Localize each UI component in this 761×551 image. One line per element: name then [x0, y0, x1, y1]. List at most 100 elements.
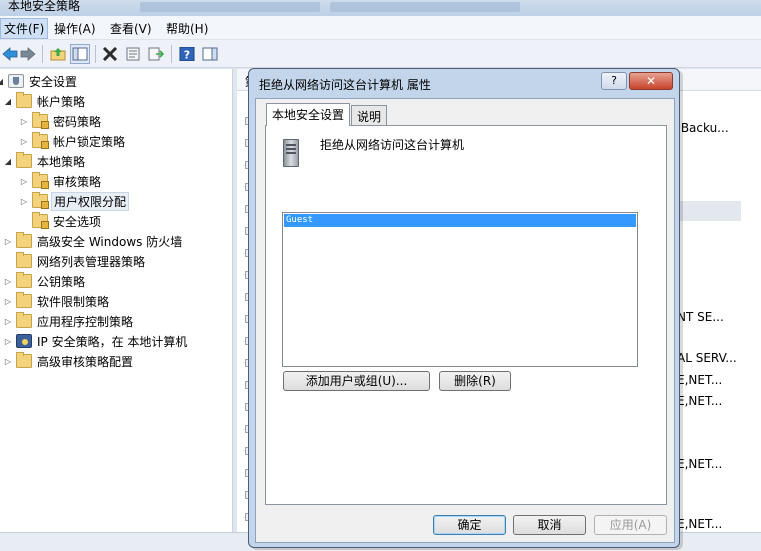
expand-arrow-icon[interactable]: ▷ [18, 117, 30, 126]
folder-icon [16, 352, 32, 368]
expand-arrow-icon[interactable]: ▷ [2, 237, 14, 246]
background-taskbar-ghost [140, 2, 320, 12]
tree-item-label: 安全选项 [53, 214, 102, 229]
tab-local-security-setting[interactable]: 本地安全设置 [266, 103, 351, 126]
add-user-or-group-button[interactable]: 添加用户或组(U)... [283, 371, 430, 391]
properties-icon[interactable] [123, 44, 143, 64]
expand-arrow-icon[interactable]: ▷ [18, 197, 30, 206]
expand-arrow-icon[interactable]: ▷ [18, 137, 30, 146]
navigation-tree: ◢ 安全设置 ◢ 帐户策略 ▷ 密码策略 ▷ 帐户锁定策略 ◢ 本地策略 ▷ 审… [0, 69, 233, 551]
tab-explain[interactable]: 说明 [351, 105, 388, 126]
tree-item-label: 帐户策略 [37, 94, 86, 109]
locked-folder-icon [32, 132, 49, 149]
ok-button[interactable]: 确定 [433, 515, 506, 535]
collapse-arrow-icon[interactable]: ◢ [0, 77, 6, 86]
cancel-button[interactable]: 取消 [513, 515, 586, 535]
tree-item-label: 应用程序控制策略 [37, 314, 134, 329]
tab-panel: 拒绝从网络访问这台计算机 Guest 添加用户或组(U)... 删除(R) [265, 125, 667, 505]
tree-item-security-settings[interactable]: ◢ 安全设置 [0, 71, 79, 91]
expand-arrow-icon[interactable]: ▷ [2, 297, 14, 306]
ip-security-icon [16, 334, 32, 348]
svg-text:?: ? [184, 49, 190, 62]
expand-arrow-icon[interactable]: ▷ [2, 277, 14, 286]
up-folder-icon[interactable] [48, 44, 68, 64]
selected-row-highlight [677, 201, 741, 221]
export-list-icon[interactable] [146, 44, 166, 64]
help-icon[interactable]: ? [177, 44, 197, 64]
expand-arrow-icon[interactable]: ▷ [2, 337, 14, 346]
policy-setting-value: ,Backu... [677, 121, 729, 135]
tree-item-account-policies[interactable]: ◢ 帐户策略 [2, 91, 87, 111]
policy-name: 拒绝从网络访问这台计算机 [320, 138, 465, 152]
toolbar-separator [95, 45, 96, 63]
apply-button[interactable]: 应用(A) [594, 515, 667, 535]
collapse-arrow-icon[interactable]: ◢ [2, 157, 14, 166]
locked-folder-icon [32, 212, 49, 229]
dialog-title: 拒绝从网络访问这台计算机 属性 [259, 78, 431, 92]
tree-item-advanced-audit[interactable]: ▷ 高级审核策略配置 [2, 351, 135, 371]
forward-arrow-icon[interactable] [18, 44, 38, 64]
menu-view[interactable]: 查看(V) [107, 20, 155, 37]
folder-icon [16, 272, 32, 288]
menu-bar: 文件(F) 操作(A) 查看(V) 帮助(H) [0, 16, 761, 40]
tree-item-password-policy[interactable]: ▷ 密码策略 [18, 111, 103, 131]
policy-setting-value: E,NET... [677, 394, 723, 408]
tree-item-label: 安全设置 [29, 74, 78, 89]
policy-setting-value: AL SERV... [677, 351, 737, 365]
policy-setting-value: E,NET... [677, 517, 723, 531]
tree-item-local-policies[interactable]: ◢ 本地策略 [2, 151, 87, 171]
tree-item-label: 密码策略 [53, 114, 102, 129]
tree-item-label: 高级审核策略配置 [37, 354, 134, 369]
expand-arrow-icon[interactable]: ▷ [2, 317, 14, 326]
policy-setting-value: E,NET... [677, 373, 723, 387]
tree-item-label: 审核策略 [53, 174, 102, 189]
security-settings-icon [8, 74, 24, 88]
window-titlebar: 本地安全策略 [0, 0, 761, 16]
folder-icon [16, 232, 32, 248]
menu-file[interactable]: 文件(F) [0, 18, 49, 39]
toolbar-separator [171, 45, 172, 63]
delete-icon[interactable] [100, 44, 120, 64]
locked-folder-icon [32, 112, 49, 129]
background-taskbar-ghost [330, 2, 520, 12]
menu-help[interactable]: 帮助(H) [163, 20, 211, 37]
collapse-arrow-icon[interactable]: ◢ [2, 97, 14, 106]
locked-folder-icon [32, 172, 49, 189]
expand-arrow-icon[interactable]: ▷ [18, 177, 30, 186]
tree-item-ip-security[interactable]: ▷ IP 安全策略，在 本地计算机 [2, 331, 189, 351]
tree-item-label: IP 安全策略，在 本地计算机 [37, 334, 188, 349]
tree-item-audit-policy[interactable]: ▷ 审核策略 [18, 171, 103, 191]
back-arrow-icon[interactable] [0, 44, 20, 64]
tree-item-label: 帐户锁定策略 [53, 134, 126, 149]
tree-item-public-key-policies[interactable]: ▷ 公钥策略 [2, 271, 87, 291]
tree-item-label: 本地策略 [37, 154, 86, 169]
tree-item-windows-firewall[interactable]: ▷ 高级安全 Windows 防火墙 [2, 231, 184, 251]
folder-icon [16, 312, 32, 328]
toolbar: ? [0, 40, 761, 68]
help-button[interactable]: ? [601, 72, 627, 90]
toolbar-separator [42, 45, 43, 63]
tree-item-network-list-manager[interactable]: 网络列表管理器策略 [2, 251, 147, 271]
list-item[interactable]: Guest [284, 214, 636, 227]
show-hide-tree-icon[interactable] [70, 44, 90, 64]
tree-item-security-options[interactable]: 安全选项 [18, 211, 103, 231]
tree-item-label: 高级安全 Windows 防火墙 [37, 234, 183, 249]
properties-dialog: 拒绝从网络访问这台计算机 属性 ? ✕ 本地安全设置 说明 拒绝从网络访问这台计… [248, 68, 680, 548]
policy-setting-value: E,NET... [677, 457, 723, 471]
action-pane-icon[interactable] [200, 44, 220, 64]
tree-item-software-restriction[interactable]: ▷ 软件限制策略 [2, 291, 111, 311]
dialog-body: 本地安全设置 说明 拒绝从网络访问这台计算机 Guest 添加用户或组(U)..… [255, 98, 675, 543]
locked-folder-icon [32, 192, 49, 209]
folder-icon [16, 92, 32, 108]
menu-action[interactable]: 操作(A) [51, 20, 99, 37]
tree-item-account-lockout-policy[interactable]: ▷ 帐户锁定策略 [18, 131, 127, 151]
members-listbox[interactable]: Guest [282, 212, 638, 367]
expand-arrow-icon[interactable]: ▷ [2, 357, 14, 366]
tree-item-user-rights-assignment[interactable]: ▷ 用户权限分配 [18, 191, 130, 211]
tree-item-application-control[interactable]: ▷ 应用程序控制策略 [2, 311, 135, 331]
remove-button[interactable]: 删除(R) [439, 371, 511, 391]
folder-icon [16, 152, 32, 168]
server-icon [280, 139, 302, 169]
close-button[interactable]: ✕ [629, 72, 673, 90]
tree-item-label: 公钥策略 [37, 274, 86, 289]
